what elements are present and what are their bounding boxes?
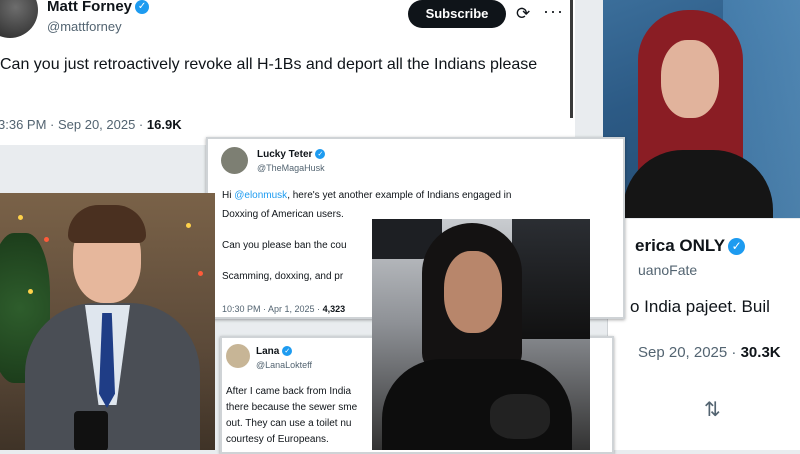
photo-face — [661, 40, 719, 118]
author-name-text[interactable]: Matt Forney — [47, 0, 132, 15]
timestamp[interactable]: Sep 20, 2025 · — [638, 344, 736, 361]
author-name-text[interactable]: Lucky Teter — [257, 149, 312, 160]
author-handle[interactable]: @LanaLokteff — [256, 360, 312, 370]
tweet-text-line: there because the sewer sme — [226, 402, 358, 413]
author-name[interactable]: Matt Forney ✓ — [47, 0, 150, 15]
avatar[interactable] — [226, 344, 250, 368]
tweet-text-line: Scamming, doxxing, and pr — [222, 271, 344, 282]
verified-badge-icon: ✓ — [282, 346, 293, 357]
avatar[interactable] — [0, 0, 38, 38]
tweet-text-line: Doxxing of American users. — [222, 209, 344, 220]
timestamp[interactable]: 10:30 PM · Apr 1, 2025 · — [222, 304, 320, 314]
timestamp[interactable]: 3:36 PM · Sep 20, 2025 · — [0, 117, 143, 132]
verified-badge-icon: ✓ — [315, 149, 326, 160]
tweet-text-prefix: Hi — [222, 190, 232, 201]
view-count: 4,323 — [322, 304, 346, 314]
author-name[interactable]: Lana ✓ — [256, 346, 293, 357]
tweet-text: Can you just retroactively revoke all H-… — [0, 56, 538, 73]
photo-hair — [68, 205, 146, 243]
tweet-text-rest: , here's yet another example of Indians … — [287, 190, 512, 201]
tweet-text-line: After I came back from India — [226, 386, 352, 397]
view-count: 16.9K — [146, 117, 182, 132]
photo-face — [444, 251, 502, 333]
photo-man-in-suit — [0, 193, 215, 450]
string-light — [186, 223, 191, 228]
tweet-text-line: Can you please ban the cou — [222, 240, 347, 251]
mention-link[interactable]: @elonmusk — [234, 190, 287, 201]
string-light — [44, 237, 49, 242]
author-name[interactable]: erica ONLY ✓ — [635, 236, 746, 256]
photo-woman-black-coat — [372, 219, 590, 450]
view-count: 30.3K — [740, 344, 781, 361]
verified-badge-icon: ✓ — [728, 238, 746, 256]
tweet-meta: 3:36 PM · Sep 20, 2025 · 16.9K — [0, 117, 182, 132]
string-light — [28, 289, 33, 294]
tweet-text-line: courtesy of Europeans. — [226, 434, 329, 445]
tweet-matt-forney: Matt Forney ✓ @mattforney Subscribe ⟳ ···… — [0, 0, 575, 145]
author-name[interactable]: Lucky Teter ✓ — [257, 149, 326, 160]
photo-car — [512, 219, 590, 339]
author-name-text[interactable]: Lana — [256, 346, 279, 357]
tweet-text-line: out. They can use a toilet nu — [226, 418, 352, 429]
divider — [570, 0, 573, 118]
photo-gloved-hand — [490, 394, 550, 439]
string-light — [18, 215, 23, 220]
grok-icon[interactable]: ⟳ — [516, 4, 530, 24]
more-options-icon[interactable]: ··· — [543, 1, 564, 22]
author-name-text[interactable]: erica ONLY — [635, 236, 725, 255]
subscribe-button[interactable]: Subscribe — [408, 0, 506, 28]
tweet-text: o India pajeet. Buil — [630, 297, 770, 316]
author-handle[interactable]: @mattforney — [47, 19, 122, 34]
retweet-icon[interactable]: ⇅ — [704, 397, 721, 421]
string-light — [198, 271, 203, 276]
author-handle[interactable]: @TheMagaHusk — [257, 163, 325, 173]
verified-badge-icon: ✓ — [135, 0, 150, 15]
photo-woman-red-hair — [603, 0, 800, 218]
tweet-text-line: Hi @elonmusk, here's yet another example… — [222, 190, 511, 201]
avatar[interactable] — [221, 147, 248, 174]
tweet-meta: Sep 20, 2025 · 30.3K — [638, 344, 781, 361]
tweet-america-only: erica ONLY ✓ uanoFate o India pajeet. Bui… — [607, 219, 800, 450]
author-handle[interactable]: uanoFate — [638, 262, 697, 278]
tweet-meta: 10:30 PM · Apr 1, 2025 · 4,323 — [222, 304, 345, 314]
photo-mug — [74, 411, 108, 450]
